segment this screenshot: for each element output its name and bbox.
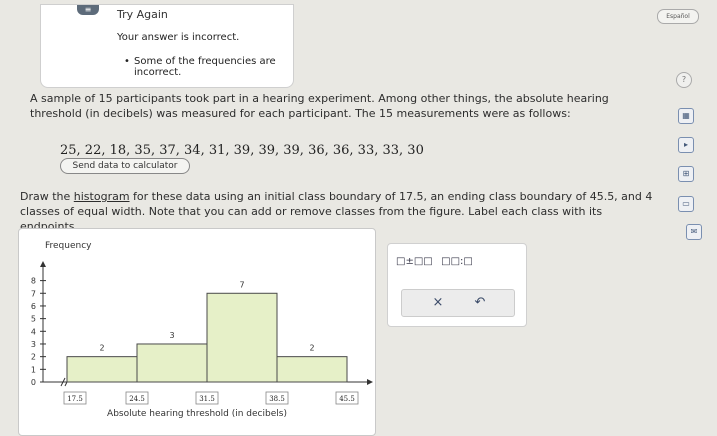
x-axis-title: Absolute hearing threshold (in decibels)	[107, 409, 287, 419]
answer-tools-panel: □±□□ □□:□ × ↶	[387, 243, 527, 327]
video-icon[interactable]: ▸	[678, 137, 694, 153]
y-tick-label: 6	[31, 302, 36, 311]
y-tick-label: 1	[31, 365, 36, 374]
help-icon[interactable]: ?	[676, 72, 692, 88]
data-values: 25, 22, 18, 35, 37, 34, 31, 39, 39, 39, …	[60, 143, 424, 158]
histogram-bar	[206, 292, 278, 383]
grid-icon[interactable]: ⊞	[678, 166, 694, 182]
y-tick-label: 5	[31, 315, 36, 324]
class-boundary-label: 38.5	[269, 395, 285, 403]
feedback-panel: ≡ Try Again Your answer is incorrect. So…	[40, 4, 294, 88]
interval-tool-button[interactable]: □±□□	[396, 256, 433, 272]
calculator-icon[interactable]: ▦	[678, 108, 694, 124]
ratio-tool-button[interactable]: □□:□	[440, 256, 474, 272]
y-tick-label: 3	[31, 340, 36, 349]
class-boundary-label: 45.5	[339, 395, 355, 403]
y-tick-label: 2	[31, 353, 36, 362]
bar-value-label: 2	[309, 344, 314, 353]
histogram-bar	[276, 356, 348, 383]
y-tick-label: 8	[31, 277, 36, 286]
y-tick-label: 0	[31, 378, 36, 387]
feedback-collapse-icon[interactable]: ≡	[77, 5, 99, 15]
undo-button[interactable]: ↶	[472, 295, 488, 311]
send-data-button[interactable]: Send data to calculator	[60, 158, 190, 174]
class-boundary-label: 24.5	[129, 395, 145, 403]
clear-button[interactable]: ×	[430, 295, 446, 311]
instruction-start: Draw the	[20, 190, 74, 203]
book-icon[interactable]: ▭	[678, 196, 694, 212]
class-boundary-label: 31.5	[199, 395, 215, 403]
histogram-chart[interactable]: 0 1 2 3 4 5 6 7 8 2 3 7 2 17.5 24.5 31.5 38.5 45.5	[19, 229, 375, 435]
bar-value-label: 2	[99, 344, 104, 353]
y-tick-label: 7	[31, 289, 36, 298]
feedback-title: Try Again	[117, 8, 168, 21]
language-button[interactable]: Español	[657, 9, 699, 24]
class-boundary-label: 17.5	[67, 395, 83, 403]
bar-value-label: 3	[169, 331, 174, 340]
action-buttons: × ↶	[401, 289, 515, 317]
histogram-panel[interactable]: Frequency 0 1 2 3 4 5 6 7 8 2 3 7 2 17.5 24.5 31.5 38.5 4…	[18, 228, 376, 436]
bar-value-label: 7	[239, 280, 244, 289]
mail-icon[interactable]: ✉	[686, 224, 702, 240]
histogram-link[interactable]: histogram	[74, 190, 130, 203]
y-tick-label: 4	[31, 327, 36, 336]
histogram-bar	[136, 343, 208, 383]
feedback-message: Your answer is incorrect.	[117, 32, 240, 43]
y-axis-arrow	[40, 261, 46, 267]
feedback-bullet: Some of the frequencies are incorrect.	[124, 56, 293, 78]
problem-statement: A sample of 15 participants took part in…	[30, 92, 609, 120]
histogram-bar	[66, 356, 138, 383]
x-axis-arrow	[367, 379, 373, 385]
